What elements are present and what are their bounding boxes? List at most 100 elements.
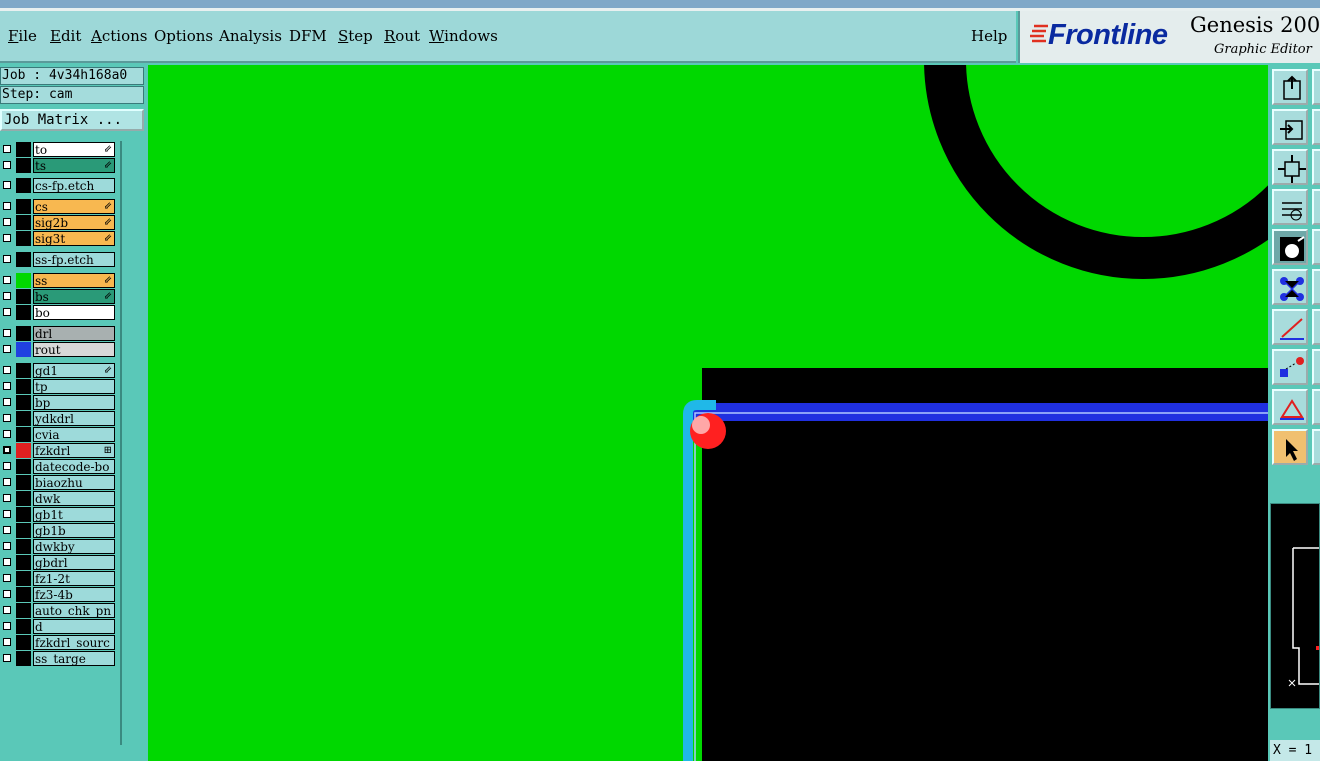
layer-name-label[interactable]: cs ⇙ xyxy=(33,199,115,214)
tool-button-secondary[interactable] xyxy=(1312,349,1320,385)
layer-row[interactable]: bs ⇙ xyxy=(0,289,118,304)
layer-color-swatch[interactable] xyxy=(16,326,31,341)
layer-name-label[interactable]: biaozhu xyxy=(33,475,115,490)
layer-color-swatch[interactable] xyxy=(16,603,31,618)
layer-name-label[interactable]: ss-fp.etch xyxy=(33,252,115,267)
layer-name-label[interactable]: to ⇙ xyxy=(33,142,115,157)
layer-visibility-checkbox[interactable] xyxy=(3,276,11,284)
layer-color-swatch[interactable] xyxy=(16,342,31,357)
layer-visibility-checkbox[interactable] xyxy=(3,510,11,518)
layer-color-swatch[interactable] xyxy=(16,199,31,214)
layer-row[interactable]: drl xyxy=(0,326,118,341)
layer-name-label[interactable]: gb1b xyxy=(33,523,115,538)
tool-button-secondary[interactable] xyxy=(1312,309,1320,345)
menu-edit[interactable]: Edit xyxy=(50,27,81,45)
layer-color-swatch[interactable] xyxy=(16,619,31,634)
layer-visibility-checkbox[interactable] xyxy=(3,574,11,582)
layer-row[interactable]: fzkdrl ⊞ xyxy=(0,443,118,458)
layer-color-swatch[interactable] xyxy=(16,555,31,570)
layer-row[interactable]: cs-fp.etch xyxy=(0,178,118,193)
layer-visibility-checkbox[interactable] xyxy=(3,558,11,566)
tool-button-secondary[interactable] xyxy=(1312,189,1320,225)
layer-name-label[interactable]: bo xyxy=(33,305,115,320)
tool-button[interactable] xyxy=(1272,109,1308,145)
menu-options[interactable]: Options xyxy=(154,27,213,45)
layer-color-swatch[interactable] xyxy=(16,571,31,586)
layer-color-swatch[interactable] xyxy=(16,635,31,650)
tool-button[interactable] xyxy=(1272,429,1308,465)
layer-name-label[interactable]: tp xyxy=(33,379,115,394)
layer-color-swatch[interactable] xyxy=(16,158,31,173)
layer-row[interactable]: ss-fp.etch xyxy=(0,252,118,267)
layer-row[interactable]: to ⇙ xyxy=(0,142,118,157)
layer-row[interactable]: ss ⇙ xyxy=(0,273,118,288)
layer-visibility-checkbox[interactable] xyxy=(3,308,11,316)
layer-color-swatch[interactable] xyxy=(16,475,31,490)
overview-map[interactable] xyxy=(1270,503,1320,709)
layer-visibility-checkbox[interactable] xyxy=(3,398,11,406)
layer-row[interactable]: gb1b xyxy=(0,523,118,538)
layer-visibility-checkbox[interactable] xyxy=(3,345,11,353)
layer-name-label[interactable]: drl xyxy=(33,326,115,341)
menu-file[interactable]: File xyxy=(8,27,37,45)
layer-color-swatch[interactable] xyxy=(16,539,31,554)
tool-button[interactable] xyxy=(1272,389,1308,425)
layer-visibility-checkbox[interactable] xyxy=(3,606,11,614)
graphic-canvas[interactable] xyxy=(148,65,1268,761)
layer-name-label[interactable]: fz3-4b xyxy=(33,587,115,602)
layer-name-label[interactable]: fz1-2t xyxy=(33,571,115,586)
layer-visibility-checkbox[interactable] xyxy=(3,478,11,486)
layer-name-label[interactable]: cs-fp.etch xyxy=(33,178,115,193)
layer-visibility-checkbox[interactable] xyxy=(3,218,11,226)
layer-name-label[interactable]: bp xyxy=(33,395,115,410)
layer-row[interactable]: dwkby xyxy=(0,539,118,554)
layer-name-label[interactable]: gbdrl xyxy=(33,555,115,570)
layer-color-swatch[interactable] xyxy=(16,507,31,522)
menu-rout[interactable]: Rout xyxy=(384,27,420,45)
layer-name-label[interactable]: dwkby xyxy=(33,539,115,554)
layer-row[interactable]: d xyxy=(0,619,118,634)
layer-row[interactable]: ydkdrl xyxy=(0,411,118,426)
layer-visibility-checkbox[interactable] xyxy=(3,622,11,630)
layer-visibility-checkbox[interactable] xyxy=(3,161,11,169)
layer-visibility-checkbox[interactable] xyxy=(3,292,11,300)
layer-visibility-checkbox[interactable] xyxy=(3,181,11,189)
layer-color-swatch[interactable] xyxy=(16,443,31,458)
layer-color-swatch[interactable] xyxy=(16,395,31,410)
layer-row[interactable]: sig2b ⇙ xyxy=(0,215,118,230)
layer-name-label[interactable]: sig3t ⇙ xyxy=(33,231,115,246)
layer-visibility-checkbox[interactable] xyxy=(3,202,11,210)
layer-name-label[interactable]: ss ⇙ xyxy=(33,273,115,288)
layer-row[interactable]: gd1 ⇙ xyxy=(0,363,118,378)
menu-help[interactable]: Help xyxy=(971,27,1007,45)
layer-row[interactable]: bp xyxy=(0,395,118,410)
layer-color-swatch[interactable] xyxy=(16,252,31,267)
tool-button[interactable] xyxy=(1272,349,1308,385)
layer-name-label[interactable]: datecode-bo xyxy=(33,459,115,474)
layer-row[interactable]: dwk xyxy=(0,491,118,506)
layer-row[interactable]: gb1t xyxy=(0,507,118,522)
layer-visibility-checkbox[interactable] xyxy=(3,638,11,646)
layer-name-label[interactable]: ydkdrl xyxy=(33,411,115,426)
layer-color-swatch[interactable] xyxy=(16,363,31,378)
layer-name-label[interactable]: fzkdrl_sourc xyxy=(33,635,115,650)
layer-visibility-checkbox[interactable] xyxy=(3,494,11,502)
layer-color-swatch[interactable] xyxy=(16,411,31,426)
layer-color-swatch[interactable] xyxy=(16,305,31,320)
layer-visibility-checkbox[interactable] xyxy=(3,366,11,374)
layer-row[interactable]: gbdrl xyxy=(0,555,118,570)
layer-visibility-checkbox[interactable] xyxy=(3,382,11,390)
layer-row[interactable]: auto_chk_pn xyxy=(0,603,118,618)
layer-row[interactable]: datecode-bo xyxy=(0,459,118,474)
layer-color-swatch[interactable] xyxy=(16,215,31,230)
layer-row[interactable]: fz3-4b xyxy=(0,587,118,602)
layer-color-swatch[interactable] xyxy=(16,231,31,246)
layer-visibility-checkbox[interactable] xyxy=(3,255,11,263)
layer-name-label[interactable]: bs ⇙ xyxy=(33,289,115,304)
tool-button[interactable] xyxy=(1272,269,1308,305)
layer-row[interactable]: fzkdrl_sourc xyxy=(0,635,118,650)
tool-button[interactable] xyxy=(1272,189,1308,225)
menu-dfm[interactable]: DFM xyxy=(289,27,327,45)
layer-color-swatch[interactable] xyxy=(16,459,31,474)
tool-button-secondary[interactable] xyxy=(1312,269,1320,305)
